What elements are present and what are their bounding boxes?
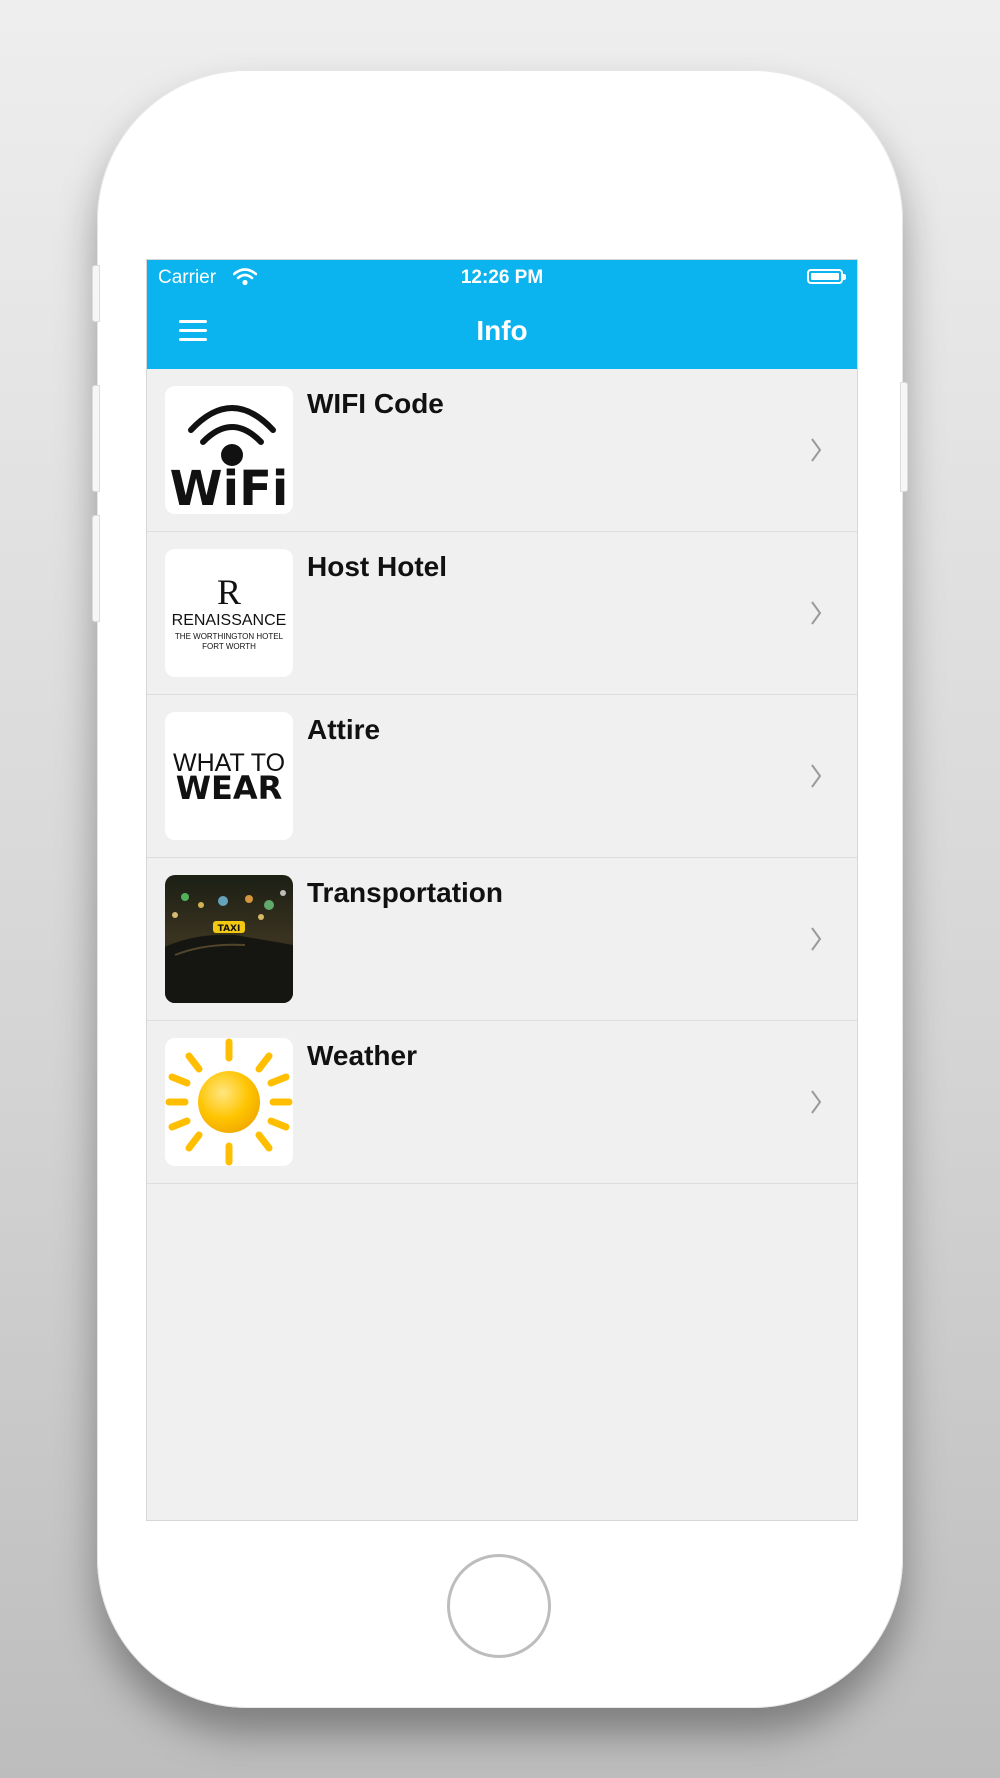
chevron-right-icon bbox=[811, 601, 822, 625]
list-item-weather[interactable]: Weather bbox=[147, 1021, 857, 1184]
chevron-right-icon bbox=[811, 1090, 822, 1114]
taxi-sign-text: TAXI bbox=[218, 924, 241, 934]
wifi-logo-text: WiFi bbox=[170, 461, 289, 514]
volume-up-button bbox=[92, 385, 100, 492]
list-item-transportation[interactable]: TAXI Transportation bbox=[147, 858, 857, 1021]
hotel-logo-brand: RENAISSANCE bbox=[172, 612, 287, 629]
hotel-logo-subtitle: THE WORTHINGTON HOTEL bbox=[175, 632, 284, 641]
list-item-title: Weather bbox=[307, 1040, 417, 1071]
battery-icon bbox=[807, 269, 846, 284]
power-button bbox=[900, 382, 908, 492]
hotel-logo-city: FORT WORTH bbox=[202, 642, 256, 651]
hotel-logo-icon: R RENAISSANCE THE WORTHINGTON HOTEL FORT… bbox=[165, 549, 293, 677]
list-item-host-hotel[interactable]: R RENAISSANCE THE WORTHINGTON HOTEL FORT… bbox=[147, 532, 857, 695]
chevron-right-icon bbox=[811, 927, 822, 951]
wifi-logo-icon: WiFi bbox=[165, 386, 293, 514]
list-item-title: WIFI Code bbox=[307, 388, 444, 419]
taxi-photo-icon: TAXI bbox=[165, 875, 293, 1003]
mute-switch bbox=[92, 265, 100, 322]
list-item-wifi-code[interactable]: WiFi WIFI Code bbox=[147, 369, 857, 532]
hotel-logo-mark: R bbox=[217, 572, 241, 612]
navigation-bar: Info bbox=[147, 296, 857, 369]
page-title: Info bbox=[476, 315, 528, 346]
chevron-right-icon bbox=[811, 438, 822, 462]
what-to-wear-logo-icon: WHAT TO WEAR bbox=[165, 712, 293, 840]
status-bar: Carrier 12:26 PM bbox=[147, 260, 857, 296]
home-button[interactable] bbox=[447, 1554, 551, 1658]
list-item-title: Transportation bbox=[307, 877, 504, 908]
volume-down-button bbox=[92, 515, 100, 622]
list-item-title: Host Hotel bbox=[307, 551, 447, 582]
chevron-right-icon bbox=[811, 764, 822, 788]
status-time: 12:26 PM bbox=[460, 267, 544, 288]
app-screen: Carrier 12:26 PM Info WiFi WIFI Code R R… bbox=[146, 259, 858, 1521]
list-item-title: Attire bbox=[307, 714, 381, 745]
attire-logo-line2: WEAR bbox=[176, 769, 283, 807]
info-list: WiFi WIFI Code R RENAISSANCE THE WORTHIN… bbox=[147, 369, 857, 1184]
sun-icon bbox=[165, 1038, 293, 1166]
list-item-attire[interactable]: WHAT TO WEAR Attire bbox=[147, 695, 857, 858]
